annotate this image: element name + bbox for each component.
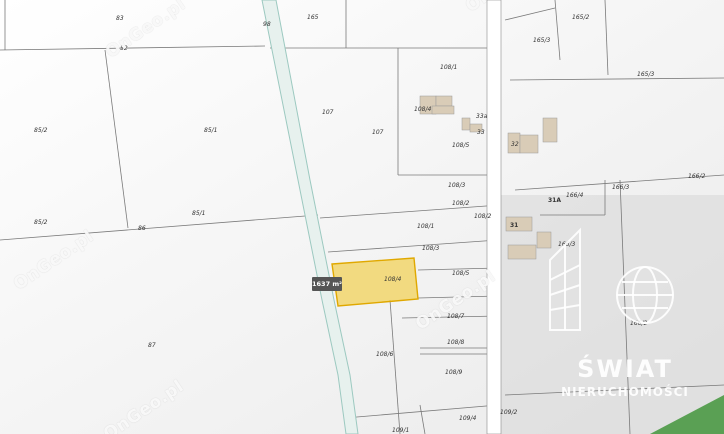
brand-logo: ŚWIAT NIERUCHOMOŚCI [540,355,710,399]
building-logo-icon [549,227,581,331]
parcel-label: 83 [116,15,124,22]
parcel-label: 109/2 [500,409,518,416]
parcel-label: 108/2 [474,213,492,220]
parcel-label: 165/2 [572,14,590,21]
parcel-label: 108/2 [452,200,470,207]
area-label: 1637 m² [312,277,342,291]
parcel-label: 98 [263,21,271,28]
parcel-label: 87 [148,342,156,349]
globe-icon [616,266,674,324]
parcel-label: 108/8 [447,339,465,346]
parcel-label: 108/6 [376,351,394,358]
parcel-label: 107 [372,129,384,136]
parcel-label: 108/1 [440,64,458,71]
parcel-label: 166/4 [566,192,584,199]
parcel-label: 165 [307,14,319,21]
parcel-label: 33a [476,113,488,120]
parcel-label: 108/4 [384,276,402,283]
map-canvas[interactable]: 83 52 98 165 165/2 165/3 165/3 108/1 108… [0,0,724,434]
parcel-label: 107 [322,109,334,116]
parcel-label: 85/2 [34,219,48,226]
parcel-label: 85/2 [34,127,48,134]
parcel-label: 108/9 [445,369,463,376]
parcel-label: 85/1 [204,127,218,134]
brand-title: ŚWIAT [577,355,673,383]
parcel-label: 108/4 [414,106,432,113]
parcel-label: 166/2 [688,173,706,180]
parcel-label: 108/5 [452,142,470,149]
parcel-label: 108/1 [417,223,435,230]
highlighted-parcel [331,257,419,307]
parcel-label: 165/3 [637,71,655,78]
parcel-label: 109/4 [459,415,477,422]
parcel-label: 108/5 [452,270,470,277]
parcel-label: 108/3 [448,182,466,189]
parcel-label: 109/1 [392,427,410,434]
parcel-label: 31A [548,197,561,204]
parcel-label: 166/3 [612,184,630,191]
parcel-label: 108/3 [422,245,440,252]
parcel-label: 32 [511,141,519,148]
parcel-label: 86 [138,225,146,232]
brand-subtitle: NIERUCHOMOŚCI [561,385,689,399]
parcel-label: 31 [510,222,519,229]
parcel-label: 165/3 [533,37,551,44]
parcel-label: 85/1 [192,210,206,217]
parcel-label: 33 [477,129,485,136]
